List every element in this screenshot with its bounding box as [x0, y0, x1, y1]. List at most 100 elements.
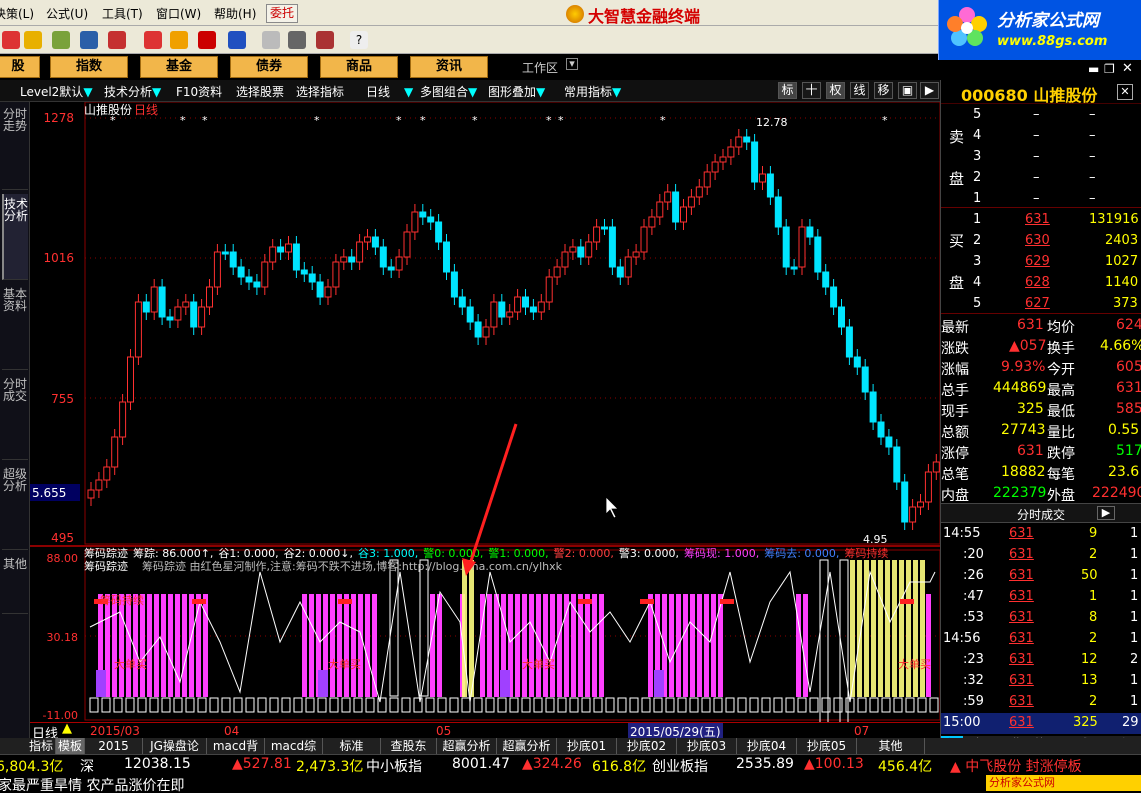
toolbar-icon-11[interactable]: [288, 31, 306, 49]
stat-row: 最新 631 均价 624: [941, 316, 1141, 337]
ind-multi[interactable]: 多图组合▼: [420, 83, 477, 100]
ind-select-indicator[interactable]: 选择指标: [296, 83, 344, 100]
category-commodity[interactable]: 商品: [320, 56, 398, 78]
restore-icon[interactable]: ❐: [1104, 62, 1115, 76]
minimize-icon[interactable]: ▬: [1088, 62, 1099, 76]
side-tab-technical[interactable]: 技术分析: [2, 194, 28, 280]
btn-rights[interactable]: 权: [826, 82, 845, 99]
btn-move[interactable]: 移: [874, 82, 893, 99]
template-tab-2[interactable]: 2015: [85, 738, 143, 754]
template-tab-0[interactable]: 指标: [27, 738, 56, 754]
ind-tech[interactable]: 技术分析▼: [104, 83, 161, 100]
side-tab-super[interactable]: 超级分析: [2, 464, 28, 550]
toolbar-icon-10[interactable]: [262, 31, 280, 49]
side-tab-basic[interactable]: 基本资料: [2, 284, 28, 370]
menu-decision[interactable]: 决策(L): [0, 5, 34, 22]
toolbar-icon-5[interactable]: [108, 31, 126, 49]
candle-body: [213, 251, 221, 288]
candle-body: [909, 506, 917, 523]
toolbar-icon-6[interactable]: [144, 31, 162, 49]
buy-price: 629: [1025, 254, 1050, 269]
ind-overlay[interactable]: 图形叠加▼: [488, 83, 545, 100]
template-tab-7[interactable]: 查股东: [381, 738, 437, 754]
entrust-button[interactable]: 委托: [266, 4, 298, 23]
toolbar-icon-7[interactable]: [170, 31, 188, 49]
category-stock[interactable]: 股: [0, 56, 40, 78]
sell-row[interactable]: 1 – –: [941, 189, 1141, 210]
buy-row[interactable]: 4 628 1140: [941, 273, 1141, 294]
template-tab-13[interactable]: 抄底04: [737, 738, 797, 754]
template-tab-14[interactable]: 抄底05: [797, 738, 857, 754]
template-tab-8[interactable]: 超赢分析: [437, 738, 497, 754]
buy-row[interactable]: 1 631 131916: [941, 210, 1141, 231]
indicator-outline-bar: [269, 697, 279, 713]
category-fund[interactable]: 基金: [140, 56, 218, 78]
template-tab-3[interactable]: JG操盘论: [143, 738, 207, 754]
template-tab-12[interactable]: 抄底03: [677, 738, 737, 754]
menu-tools[interactable]: 工具(T): [102, 5, 143, 22]
help-cursor-icon[interactable]: ?: [350, 31, 368, 49]
news-text[interactable]: 家最严重旱情 农产品涨价在即: [0, 775, 184, 793]
buy-row[interactable]: 3 629 1027: [941, 252, 1141, 273]
toolbar-icon-9[interactable]: [228, 31, 246, 49]
btn-collapse-icon[interactable]: ▶: [920, 82, 939, 99]
ind-f10[interactable]: F10资料: [176, 83, 222, 100]
tick-count: 1: [1130, 673, 1139, 688]
ind-level2[interactable]: Level2默认▼: [20, 83, 93, 100]
ind-tech-label: 技术分析: [104, 85, 153, 99]
binoculars-icon[interactable]: [80, 31, 98, 49]
toolbar: ?: [0, 26, 938, 54]
buy-row[interactable]: 2 630 2403: [941, 231, 1141, 252]
kline-chart-svg[interactable]: * * * * * * * * * * * 1278 1016 755 495 5.655 山推股份…: [30, 101, 941, 793]
btn-mark[interactable]: 标: [778, 82, 797, 99]
menu-window[interactable]: 窗口(W): [156, 5, 201, 22]
side-tab-other[interactable]: 其他: [2, 554, 28, 614]
candle-body: [806, 226, 814, 238]
kline-chart-area[interactable]: * * * * * * * * * * * 1278 1016 755 495 5.655 山推股份…: [30, 101, 941, 793]
template-tab-4[interactable]: macd背离: [207, 738, 265, 769]
work-area[interactable]: 工作区: [522, 59, 558, 76]
template-tab-6[interactable]: 标准: [323, 738, 381, 754]
category-bond[interactable]: 债券: [230, 56, 308, 78]
side-tab-timeshare[interactable]: 分时走势: [2, 104, 28, 190]
template-tab-9[interactable]: 超赢分析: [497, 738, 557, 754]
toolbar-icon-12[interactable]: [316, 31, 334, 49]
menu-help[interactable]: 帮助(H): [214, 5, 256, 22]
btn-crosshair[interactable]: 十: [802, 82, 821, 99]
period-toggle-icon[interactable]: ▲: [62, 721, 72, 736]
category-news[interactable]: 资讯: [410, 56, 488, 78]
toolbar-icon-3[interactable]: [52, 31, 70, 49]
template-tab-11[interactable]: 抄底02: [617, 738, 677, 754]
template-tab-5[interactable]: macd综合: [265, 738, 323, 769]
sell-row[interactable]: 5 – –: [941, 105, 1141, 126]
sell-volume: –: [1089, 149, 1096, 164]
work-area-dropdown-icon[interactable]: ▾: [566, 58, 578, 70]
side-tab-trades[interactable]: 分时成交: [2, 374, 28, 460]
stat-value: 18882: [1001, 464, 1046, 480]
btn-line[interactable]: 线: [850, 82, 869, 99]
y-tick-755: 755: [51, 392, 74, 406]
template-tab-1[interactable]: 模板: [56, 738, 85, 754]
template-tab-15[interactable]: 其他: [857, 738, 925, 754]
ind-common[interactable]: 常用指标▼: [564, 83, 621, 100]
template-tab-10[interactable]: 抄底01: [557, 738, 617, 754]
close-icon[interactable]: ✕: [1122, 61, 1133, 76]
sell-row[interactable]: 2 – –: [941, 168, 1141, 189]
toolbar-icon-2[interactable]: [24, 31, 42, 49]
ticks-next-icon[interactable]: ▶: [1097, 506, 1115, 520]
ind-daily[interactable]: 日线 ▼: [366, 83, 413, 100]
buy-row[interactable]: 5 627 373: [941, 294, 1141, 315]
btn-window-icon[interactable]: ▣: [898, 82, 917, 99]
quote-item-12: 456.4亿: [878, 759, 933, 775]
toolbar-icon-8[interactable]: [198, 31, 216, 49]
indicator-bar: [803, 594, 808, 697]
menu-formula[interactable]: 公式(U): [46, 5, 88, 22]
candle-body: [537, 301, 545, 313]
sell-row[interactable]: 4 – –: [941, 126, 1141, 147]
sell-row[interactable]: 3 – –: [941, 147, 1141, 168]
category-index[interactable]: 指数: [50, 56, 128, 78]
toolbar-icon-1[interactable]: [2, 31, 20, 49]
close-icon[interactable]: ✕: [1117, 84, 1133, 100]
ind-select-stock[interactable]: 选择股票: [236, 83, 284, 100]
tick-time: :32: [963, 673, 984, 688]
